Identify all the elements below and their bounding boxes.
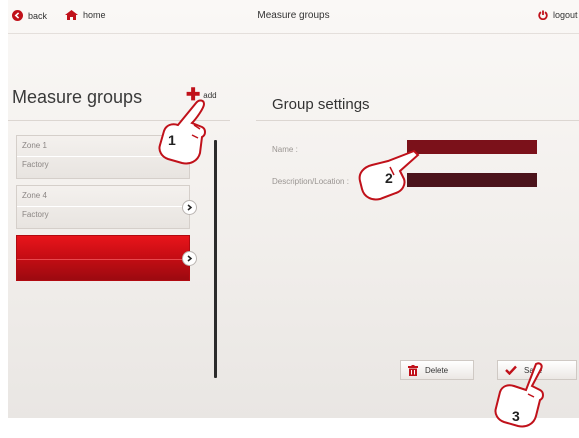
power-icon xyxy=(538,10,548,20)
name-label: Name : xyxy=(272,145,298,154)
hand-pointer-icon xyxy=(158,99,206,165)
settings-divider xyxy=(256,120,579,121)
group-zone: Zone 1 xyxy=(22,141,47,150)
app-window: back home Measure groups logout Measure … xyxy=(8,0,579,418)
logout-label: logout xyxy=(553,10,578,20)
chevron-right-icon[interactable] xyxy=(182,200,197,215)
callout-number: 3 xyxy=(512,408,520,424)
group-item-selected[interactable] xyxy=(16,235,197,281)
trash-icon xyxy=(408,364,418,376)
group-item[interactable]: Zone 4 Factory xyxy=(16,185,197,229)
callout-3 xyxy=(486,360,556,435)
callout-number: 2 xyxy=(385,170,393,186)
group-location: Factory xyxy=(22,160,49,169)
chevron-right-icon[interactable] xyxy=(182,251,197,266)
divider xyxy=(17,259,189,260)
delete-button[interactable]: Delete xyxy=(400,360,474,380)
callout-1 xyxy=(150,95,230,180)
group-zone: Zone 4 xyxy=(22,191,47,200)
description-label: Description/Location : xyxy=(272,177,349,186)
delete-label: Delete xyxy=(425,365,449,375)
divider xyxy=(17,206,189,207)
panel-title: Measure groups xyxy=(12,87,143,107)
hand-pointer-icon xyxy=(494,362,544,428)
group-location: Factory xyxy=(22,210,49,219)
settings-title: Group settings xyxy=(272,96,370,113)
page-title: Measure groups xyxy=(257,10,330,21)
top-divider xyxy=(8,33,579,34)
callout-number: 1 xyxy=(168,132,176,148)
logout-link[interactable]: logout xyxy=(538,10,578,20)
top-bar: back home Measure groups logout xyxy=(8,0,579,34)
